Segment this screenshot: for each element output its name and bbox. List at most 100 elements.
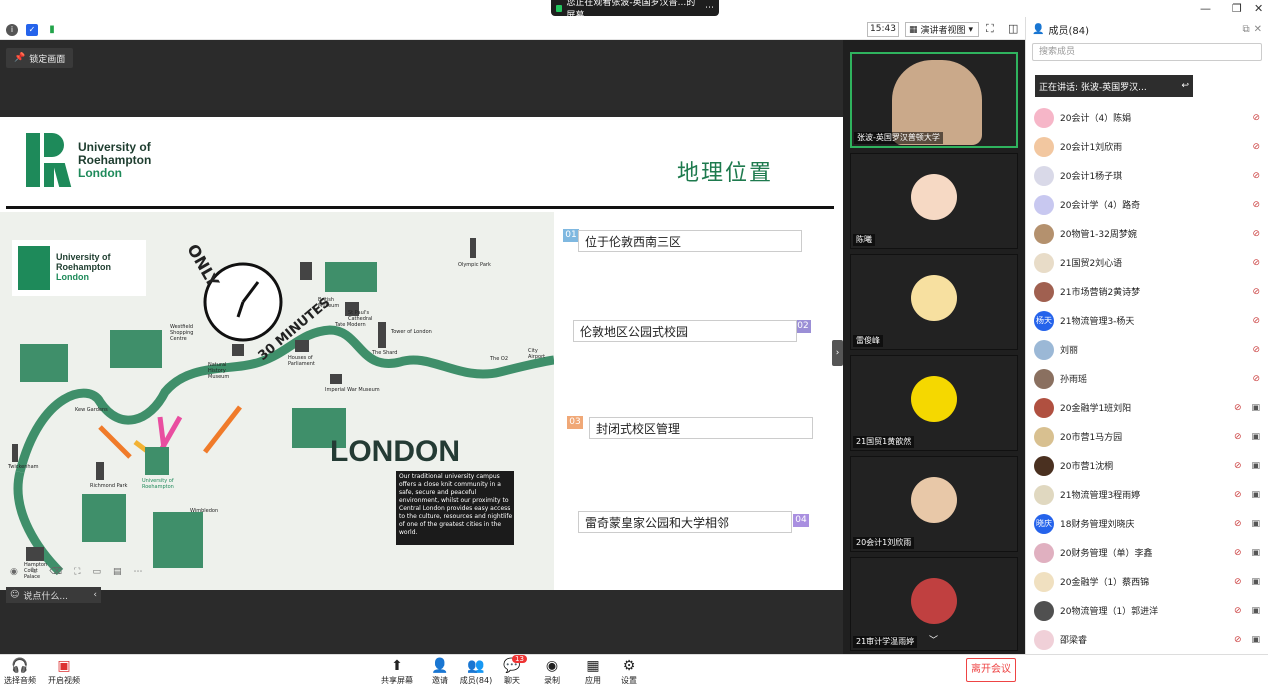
eraser-icon[interactable]: ⌫ xyxy=(49,567,62,577)
member-row[interactable]: 21物流管理3程雨婷 ⊘ ▣ xyxy=(1034,481,1260,508)
signal-icon[interactable]: ▮ xyxy=(46,24,58,36)
close-icon[interactable]: ✕ xyxy=(1254,2,1263,15)
mic-muted-icon[interactable]: ⊘ xyxy=(1234,606,1242,616)
video-tile[interactable]: 张波-英国罗汉普顿大学 xyxy=(850,52,1018,148)
member-row[interactable]: 杨天 21物流管理3-杨天 ⊘ xyxy=(1034,307,1260,334)
info-icon[interactable]: i xyxy=(6,24,18,36)
mic-muted-icon[interactable]: ⊘ xyxy=(1252,200,1260,210)
video-off-icon: ▣ xyxy=(57,658,71,674)
video-off-icon[interactable]: ▣ xyxy=(1251,606,1260,616)
chat-input-bar[interactable]: ☺ 说点什么... ‹ xyxy=(6,587,101,603)
view-select[interactable]: ▦ 演讲者视图 ▾ xyxy=(905,22,979,37)
screenshot-icon[interactable]: ⛶ xyxy=(74,567,80,577)
member-row[interactable]: 20市营1马方园 ⊘ ▣ xyxy=(1034,423,1260,450)
video-tile[interactable]: 雷俊峰 xyxy=(850,254,1018,350)
maximize-icon[interactable]: ❐ xyxy=(1232,2,1242,15)
chevron-left-icon[interactable]: ‹ xyxy=(93,590,97,600)
panel-toggle-icon[interactable]: ◫ xyxy=(1008,22,1018,35)
minimize-icon[interactable]: — xyxy=(1200,2,1211,15)
member-row[interactable]: 20会计1刘欣雨 ⊘ xyxy=(1034,133,1260,160)
video-off-icon[interactable]: ▣ xyxy=(1251,577,1260,587)
video-off-icon[interactable]: ▣ xyxy=(1251,519,1260,529)
more-icon[interactable]: ⋯ xyxy=(705,3,714,13)
video-tile[interactable]: 20会计1刘欣雨 xyxy=(850,456,1018,552)
mic-muted-icon[interactable]: ⊘ xyxy=(1234,461,1242,471)
member-row[interactable]: 20物管1-32周梦婉 ⊘ xyxy=(1034,220,1260,247)
member-row[interactable]: 20会计1杨子琪 ⊘ xyxy=(1034,162,1260,189)
share-status-pill[interactable]: 您正在观看张波-英国罗汉普...的屏幕 ⋯ xyxy=(551,0,719,21)
mic-muted-icon[interactable]: ⊘ xyxy=(1234,577,1242,587)
comment-icon[interactable]: ▤ xyxy=(113,567,122,577)
video-off-icon[interactable]: ▣ xyxy=(1251,490,1260,500)
pointer-icon[interactable]: ◉ xyxy=(10,567,18,577)
members-button[interactable]: 👥 成员(84) xyxy=(458,657,494,686)
member-row[interactable]: 晓庆 18财务管理刘晓庆 ⊘ ▣ xyxy=(1034,510,1260,537)
back-icon[interactable]: ↩ xyxy=(1181,81,1189,91)
member-row[interactable]: 邵梁睿 ⊘ ▣ xyxy=(1034,626,1260,653)
more-options-icon[interactable]: ⋯ xyxy=(133,567,142,577)
fullscreen-icon[interactable]: ⛶ xyxy=(986,22,994,36)
mic-muted-icon[interactable]: ⊘ xyxy=(1234,519,1242,529)
mic-muted-icon[interactable]: ⊘ xyxy=(1252,374,1260,384)
invite-label: 邀请 xyxy=(432,676,448,685)
chevron-down-icon[interactable]: ﹀ xyxy=(929,633,938,646)
collapse-panel-button[interactable]: › xyxy=(832,340,843,366)
video-tile[interactable]: 陈曦 xyxy=(850,153,1018,249)
st-pauls-label: St Paul's Cathedral xyxy=(348,310,373,322)
popout-icon[interactable]: ⧉ xyxy=(1242,24,1249,35)
mic-muted-icon[interactable]: ⊘ xyxy=(1252,171,1260,181)
chevron-down-icon: ▾ xyxy=(968,24,974,35)
emoji-icon[interactable]: ☺ xyxy=(10,590,19,600)
member-row[interactable]: 20会计（4）陈娟 ⊘ xyxy=(1034,104,1260,131)
member-row[interactable]: 21市场营销2黄诗梦 ⊘ xyxy=(1034,278,1260,305)
mic-muted-icon[interactable]: ⊘ xyxy=(1252,316,1260,326)
annotation-toolbar[interactable]: ◉ ✎ ⌫ ⛶ ▭ ▤ ⋯ xyxy=(10,567,142,577)
avatar xyxy=(911,275,957,321)
apps-button[interactable]: ▦ 应用 xyxy=(575,657,611,686)
chat-button[interactable]: 💬 13 聊天 xyxy=(494,655,530,686)
member-row[interactable]: 20金融学（1）蔡西锦 ⊘ ▣ xyxy=(1034,568,1260,595)
video-off-icon[interactable]: ▣ xyxy=(1251,548,1260,558)
mic-muted-icon[interactable]: ⊘ xyxy=(1252,113,1260,123)
close-panel-icon[interactable]: ✕ xyxy=(1254,24,1262,35)
highlight-icon[interactable]: ▭ xyxy=(92,567,101,577)
mic-muted-icon[interactable]: ⊘ xyxy=(1252,287,1260,297)
lock-view-button[interactable]: 📌 锁定画面 xyxy=(6,48,74,68)
member-name: 邵梁睿 xyxy=(1060,636,1088,646)
member-row[interactable]: 20市营1沈桐 ⊘ ▣ xyxy=(1034,452,1260,479)
member-row[interactable]: 20金融学1班刘阳 ⊘ ▣ xyxy=(1034,394,1260,421)
mic-muted-icon[interactable]: ⊘ xyxy=(1252,345,1260,355)
member-row[interactable]: 孙雨瑶 ⊘ xyxy=(1034,365,1260,392)
member-row[interactable]: 20财务管理（单）李鑫 ⊘ ▣ xyxy=(1034,539,1260,566)
avatar xyxy=(911,174,957,220)
mic-muted-icon[interactable]: ⊘ xyxy=(1234,490,1242,500)
mic-muted-icon[interactable]: ⊘ xyxy=(1234,635,1242,645)
mic-muted-icon[interactable]: ⊘ xyxy=(1234,403,1242,413)
share-screen-button[interactable]: ⬆ 共享屏幕 xyxy=(379,657,415,686)
video-off-icon[interactable]: ▣ xyxy=(1251,461,1260,471)
mic-muted-icon[interactable]: ⊘ xyxy=(1252,258,1260,268)
member-row[interactable]: 20会计学（4）路奇 ⊘ xyxy=(1034,191,1260,218)
audio-label: 选择音频 xyxy=(4,676,36,685)
video-off-icon[interactable]: ▣ xyxy=(1251,432,1260,442)
mic-muted-icon[interactable]: ⊘ xyxy=(1252,229,1260,239)
member-search-input[interactable]: 搜索成员 xyxy=(1032,43,1262,61)
video-button[interactable]: ▣ 开启视频 xyxy=(46,657,82,686)
member-name: 21物流管理3-杨天 xyxy=(1060,317,1135,327)
video-off-icon[interactable]: ▣ xyxy=(1251,403,1260,413)
member-row[interactable]: 刘丽 ⊘ xyxy=(1034,336,1260,363)
shield-icon[interactable]: ✓ xyxy=(26,24,38,36)
member-row[interactable]: 20物流管理（1）郭进洋 ⊘ ▣ xyxy=(1034,597,1260,624)
settings-button[interactable]: ⚙ 设置 xyxy=(611,657,647,686)
invite-button[interactable]: 👤 邀请 xyxy=(422,657,458,686)
video-off-icon[interactable]: ▣ xyxy=(1251,635,1260,645)
record-button[interactable]: ◉ 录制 xyxy=(534,657,570,686)
audio-button[interactable]: 🎧 选择音频 xyxy=(2,657,38,686)
leave-meeting-button[interactable]: 离开会议 xyxy=(966,658,1016,682)
video-tile[interactable]: 21国贸1黄歆然 xyxy=(850,355,1018,451)
mic-muted-icon[interactable]: ⊘ xyxy=(1252,142,1260,152)
member-row[interactable]: 21国贸2刘心语 ⊘ xyxy=(1034,249,1260,276)
mic-muted-icon[interactable]: ⊘ xyxy=(1234,548,1242,558)
mic-muted-icon[interactable]: ⊘ xyxy=(1234,432,1242,442)
draw-icon[interactable]: ✎ xyxy=(30,567,38,577)
